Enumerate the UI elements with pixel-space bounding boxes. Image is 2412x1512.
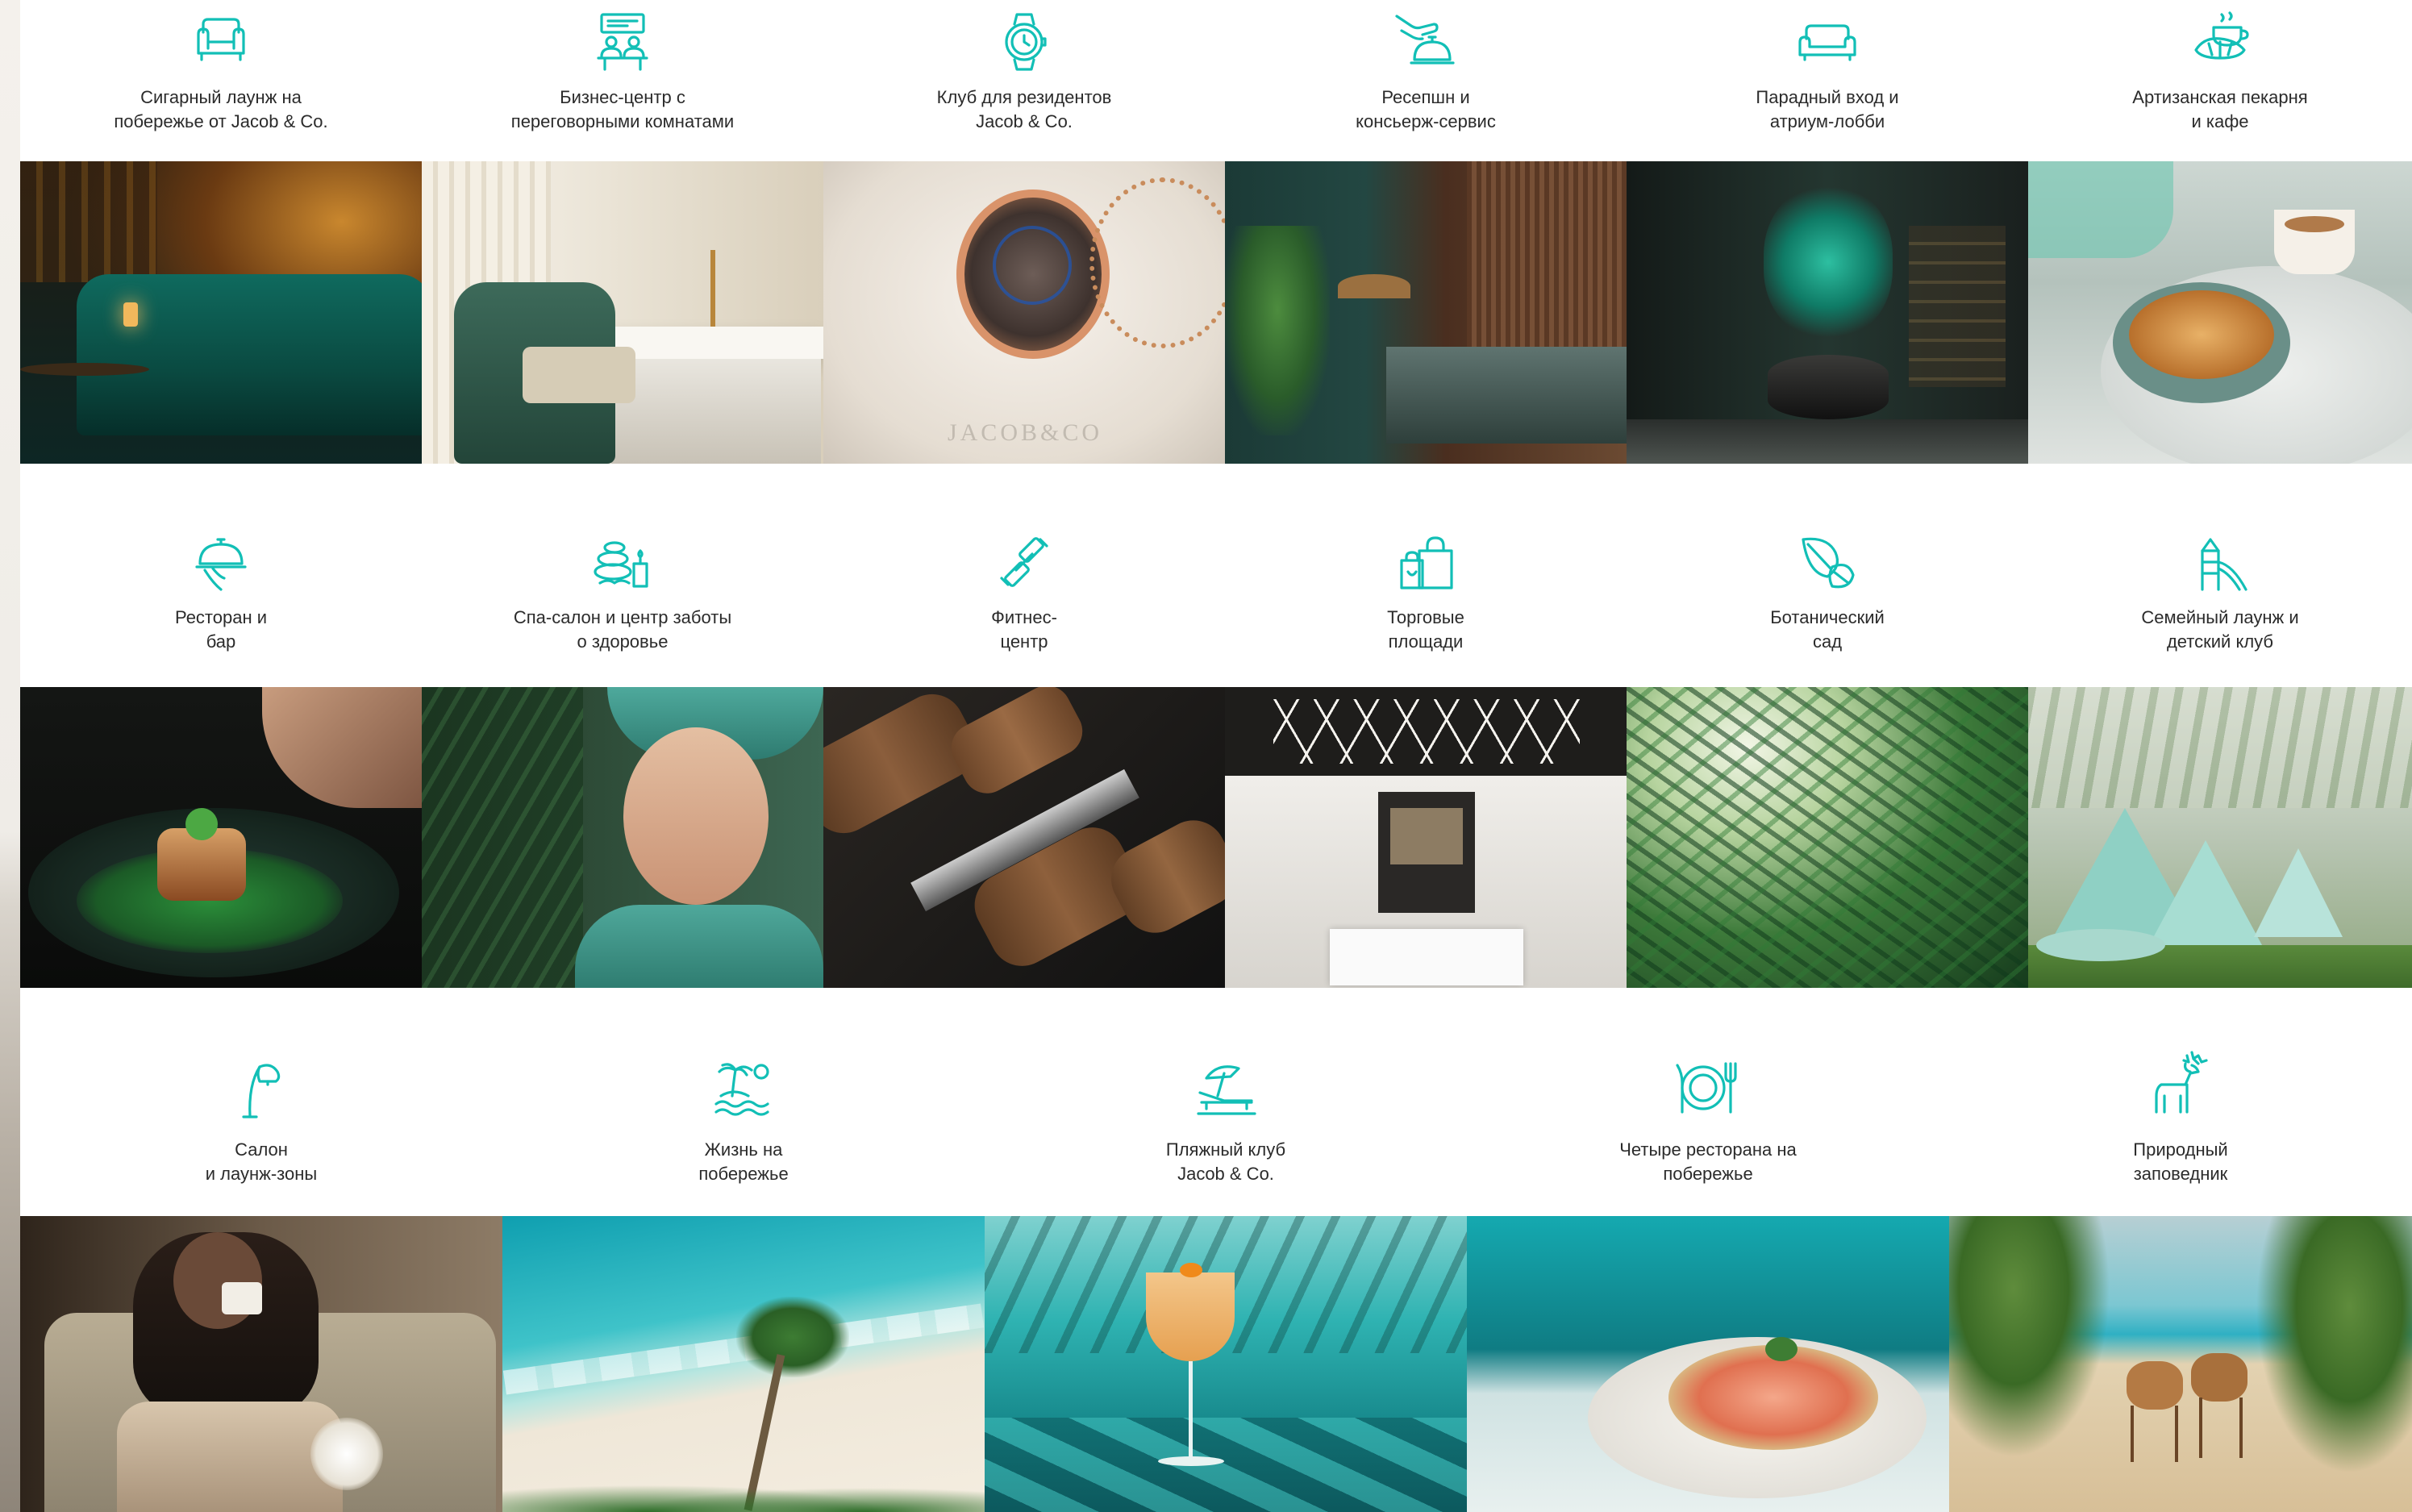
amenity-atrium-lobby: Парадный вход и атриум-лобби bbox=[1627, 0, 2028, 161]
amenity-label: Салон и лаунж-зоны bbox=[205, 1139, 318, 1184]
left-edge-background bbox=[0, 0, 20, 1512]
amenity-reception: Ресепшн и консьерж-сервис bbox=[1225, 0, 1627, 161]
cloche-icon bbox=[185, 527, 256, 598]
amenity-label: Сигарный лаунж на побережье от Jacob & C… bbox=[114, 87, 328, 131]
beach-lounger-icon bbox=[1190, 1052, 1261, 1123]
floor-lamp-icon bbox=[226, 1052, 297, 1123]
spa-woman-photo bbox=[422, 687, 823, 988]
amenity-label: Фитнес- центр bbox=[991, 607, 1057, 652]
amenity-botanical-garden: Ботанический сад bbox=[1627, 464, 2028, 687]
lounge-woman-photo bbox=[20, 1216, 502, 1512]
business-center-photo bbox=[422, 161, 823, 464]
kids-club-photo bbox=[2028, 687, 2412, 988]
restaurant-dish-photo bbox=[20, 687, 422, 988]
amenity-business-center: Бизнес-центр с переговорными комнатами bbox=[422, 0, 823, 161]
amenities-row-3-captions: Салон и лаунж-зоны Жизнь на побережье Пл… bbox=[20, 988, 2412, 1216]
amenity-label: Пляжный клуб Jacob & Co. bbox=[1165, 1139, 1286, 1184]
amenity-label: Артизанская пекарня и кафе bbox=[2132, 87, 2308, 131]
cocktail-photo bbox=[985, 1216, 1467, 1512]
croissant-coffee-icon bbox=[2185, 3, 2256, 74]
reception-photo bbox=[1225, 161, 1627, 464]
amenity-label: Ботанический сад bbox=[1770, 607, 1885, 652]
amenity-label: Спа-салон и центр заботы о здоровье bbox=[513, 607, 732, 652]
amenities-row-1-captions: Сигарный лаунж на побережье от Jacob & C… bbox=[20, 0, 2412, 161]
dumbbell-icon bbox=[989, 527, 1060, 598]
armchair-icon bbox=[185, 6, 256, 77]
amenity-label: Торговые площади bbox=[1387, 607, 1464, 652]
pocket-watch-photo: JACOB&CO bbox=[823, 161, 1225, 464]
amenity-label: Жизнь на побережье bbox=[698, 1139, 789, 1184]
retail-showroom-photo bbox=[1225, 687, 1627, 988]
amenity-spa-wellness: Спа-салон и центр заботы о здоровье bbox=[422, 464, 823, 687]
gazelles-photo bbox=[1949, 1216, 2412, 1512]
amenity-label: Ресторан и бар bbox=[174, 607, 268, 652]
cigar-lounge-photo bbox=[20, 161, 422, 464]
amenity-cigar-lounge: Сигарный лаунж на побережье от Jacob & C… bbox=[20, 0, 422, 161]
amenity-four-restaurants: Четыре ресторана на побережье bbox=[1467, 988, 1949, 1216]
atrium-lobby-photo bbox=[1627, 161, 2028, 464]
amenity-label: Клуб для резидентов Jacob & Co. bbox=[936, 87, 1112, 131]
palm-leaf-photo bbox=[1627, 687, 2028, 988]
wristwatch-icon bbox=[989, 6, 1060, 77]
amenity-label: Четыре ресторана на побережье bbox=[1619, 1139, 1797, 1184]
amenities-row-2-captions: Ресторан и бар Спа-салон и центр заботы … bbox=[20, 464, 2412, 687]
amenity-restaurant-bar: Ресторан и бар bbox=[20, 464, 422, 687]
amenity-beach-club: Пляжный клуб Jacob & Co. bbox=[985, 988, 1467, 1216]
sofa-icon bbox=[1792, 6, 1863, 77]
leaf-icon bbox=[1792, 527, 1863, 598]
bakery-cafe-photo bbox=[2028, 161, 2412, 464]
amenity-salon-lounges: Салон и лаунж-зоны bbox=[20, 988, 502, 1216]
meeting-room-icon bbox=[587, 6, 658, 77]
amenity-bakery-cafe: Артизанская пекарня и кафе bbox=[2028, 0, 2412, 161]
shopping-bags-icon bbox=[1390, 527, 1461, 598]
amenity-label: Парадный вход и атриум-лобби bbox=[1756, 87, 1899, 131]
amenity-label: Ресепшн и консьерж-сервис bbox=[1356, 87, 1496, 131]
amenity-label: Бизнес-центр с переговорными комнатами bbox=[510, 87, 735, 131]
seafood-plate-photo bbox=[1467, 1216, 1949, 1512]
concierge-bell-icon bbox=[1390, 6, 1461, 77]
amenity-family-lounge: Семейный лаунж и детский клуб bbox=[2028, 464, 2412, 687]
amenity-nature-reserve: Природный заповедник bbox=[1949, 988, 2412, 1216]
beach-aerial-photo bbox=[502, 1216, 985, 1512]
playground-icon bbox=[2185, 527, 2256, 598]
amenity-fitness-center: Фитнес- центр bbox=[823, 464, 1225, 687]
island-sunset-icon bbox=[708, 1052, 779, 1123]
amenity-label: Семейный лаунж и детский клуб bbox=[2141, 607, 2299, 652]
amenity-retail: Торговые площади bbox=[1225, 464, 1627, 687]
amenities-grid: Сигарный лаунж на побережье от Jacob & C… bbox=[20, 0, 2412, 1512]
dumbbells-photo bbox=[823, 687, 1225, 988]
amenity-coastal-living: Жизнь на побережье bbox=[502, 988, 985, 1216]
plate-cutlery-icon bbox=[1673, 1052, 1743, 1123]
amenity-label: Природный заповедник bbox=[2133, 1139, 2228, 1184]
amenity-residents-club: Клуб для резидентов Jacob & Co. bbox=[823, 0, 1225, 161]
spa-stones-icon bbox=[587, 527, 658, 598]
deer-icon bbox=[2145, 1048, 2216, 1118]
